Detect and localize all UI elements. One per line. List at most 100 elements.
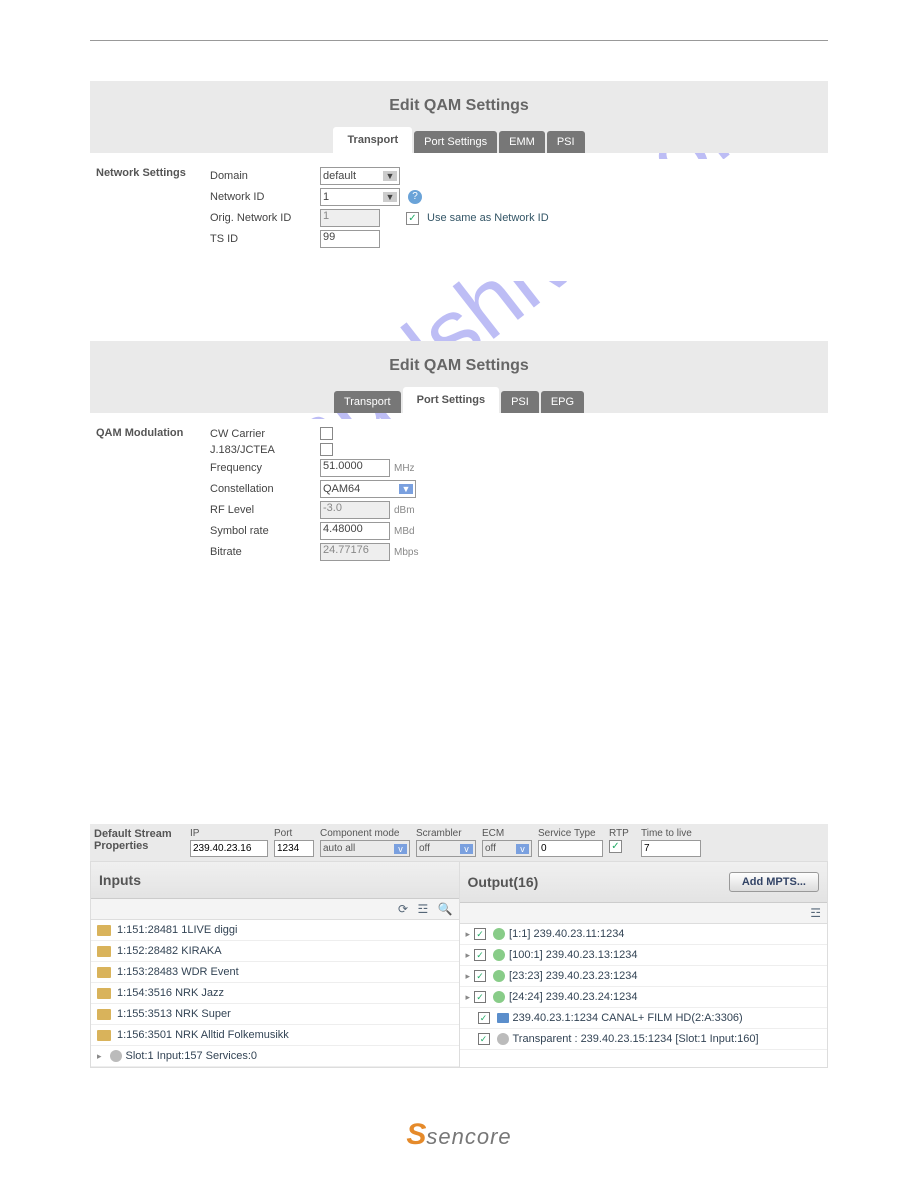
- component-mode-value: auto all: [323, 843, 355, 854]
- list-item-label: 1:154:3516 NRK Jazz: [117, 987, 224, 999]
- list-item-label: 1:153:28483 WDR Event: [117, 966, 239, 978]
- list-item[interactable]: ▸✓[23:23] 239.40.23.23:1234: [460, 966, 828, 987]
- globe-icon: [497, 1033, 509, 1045]
- constellation-select[interactable]: QAM64 ▼: [320, 480, 416, 498]
- expand-icon[interactable]: ▸: [466, 992, 471, 1003]
- item-checkbox[interactable]: ✓: [474, 970, 486, 982]
- j83-label: J.183/JCTEA: [210, 444, 320, 456]
- port-input[interactable]: [274, 840, 314, 857]
- domain-label: Domain: [210, 170, 320, 182]
- output-title: Output(16): [468, 874, 539, 890]
- ts-id-input[interactable]: 99: [320, 230, 380, 248]
- output-header: Output(16) Add MPTS...: [460, 862, 828, 903]
- cw-carrier-checkbox[interactable]: [320, 427, 333, 440]
- item-checkbox[interactable]: ✓: [474, 949, 486, 961]
- scrambler-value: off: [419, 843, 430, 854]
- tab2-port-settings[interactable]: Port Settings: [403, 387, 499, 413]
- ecm-select[interactable]: offv: [482, 840, 532, 857]
- list-item[interactable]: ▸✓[100:1] 239.40.23.13:1234: [460, 945, 828, 966]
- domain-select[interactable]: default ▼: [320, 167, 400, 185]
- use-same-checkbox[interactable]: ✓: [406, 212, 419, 225]
- folder-icon: [97, 967, 111, 978]
- cw-carrier-label: CW Carrier: [210, 428, 320, 440]
- list-item[interactable]: 1:152:28482 KIRAKA: [91, 941, 459, 962]
- orig-network-id-input[interactable]: 1: [320, 209, 380, 227]
- expand-icon[interactable]: ▸: [466, 950, 471, 961]
- item-checkbox[interactable]: ✓: [478, 1012, 490, 1024]
- list-item-label: 1:151:28481 1LIVE diggi: [117, 924, 238, 936]
- tab2-psi[interactable]: PSI: [501, 391, 539, 413]
- inputs-title: Inputs: [99, 872, 141, 888]
- list-item[interactable]: 1:155:3513 NRK Super: [91, 1004, 459, 1025]
- add-mpts-button[interactable]: Add MPTS...: [729, 872, 819, 892]
- list-item[interactable]: ✓ Transparent : 239.40.23.15:1234 [Slot:1…: [460, 1029, 828, 1050]
- j83-checkbox[interactable]: [320, 443, 333, 456]
- frequency-unit: MHz: [394, 463, 424, 474]
- tab2-epg[interactable]: EPG: [541, 391, 584, 413]
- refresh-icon[interactable]: ⟳: [398, 902, 408, 916]
- list-item[interactable]: 1:154:3516 NRK Jazz: [91, 983, 459, 1004]
- outputs-list: ▸✓[1:1] 239.40.23.11:1234▸✓[100:1] 239.4…: [460, 924, 828, 1050]
- globe-icon: [493, 970, 505, 982]
- qam-panel-transport: Edit QAM Settings Transport Port Setting…: [90, 81, 828, 153]
- list-item[interactable]: 1:151:28481 1LIVE diggi: [91, 920, 459, 941]
- scrambler-select[interactable]: offv: [416, 840, 476, 857]
- default-stream-bar: Default Stream Properties IP Port Compon…: [90, 824, 828, 861]
- frequency-label: Frequency: [210, 462, 320, 474]
- bitrate-unit: Mbps: [394, 547, 424, 558]
- expand-icon[interactable]: ▸: [466, 929, 471, 940]
- qam-panel-port: Edit QAM Settings Transport Port Setting…: [90, 341, 828, 413]
- rtp-checkbox[interactable]: ✓: [609, 840, 622, 853]
- list-item[interactable]: 1:156:3501 NRK Alltid Folkemusikk: [91, 1025, 459, 1046]
- list-item-label: Transparent : 239.40.23.15:1234 [Slot:1 …: [513, 1033, 759, 1045]
- symbol-rate-input[interactable]: 4.48000: [320, 522, 390, 540]
- panel1-title: Edit QAM Settings: [90, 89, 828, 127]
- tab-port-settings[interactable]: Port Settings: [414, 131, 497, 153]
- component-mode-select[interactable]: auto all v: [320, 840, 410, 857]
- list-item[interactable]: ▸✓[1:1] 239.40.23.11:1234: [460, 924, 828, 945]
- bitrate-input: 24.77176: [320, 543, 390, 561]
- inputs-summary: Slot:1 Input:157 Services:0: [126, 1050, 257, 1062]
- item-checkbox[interactable]: ✓: [474, 928, 486, 940]
- ttl-input[interactable]: [641, 840, 701, 857]
- expand-icon[interactable]: ▸: [466, 971, 471, 982]
- list-item[interactable]: ▸✓[24:24] 239.40.23.24:1234: [460, 987, 828, 1008]
- service-type-input[interactable]: [538, 840, 603, 857]
- rf-level-input[interactable]: -3.0: [320, 501, 390, 519]
- tab-transport[interactable]: Transport: [333, 127, 412, 153]
- network-id-select[interactable]: 1 ▼: [320, 188, 400, 206]
- panel2-section-label: QAM Modulation: [90, 427, 210, 564]
- globe-icon: [493, 949, 505, 961]
- item-checkbox[interactable]: ✓: [474, 991, 486, 1003]
- orig-network-id-label: Orig. Network ID: [210, 212, 320, 224]
- expand-icon[interactable]: ▸: [97, 1051, 102, 1062]
- network-id-label: Network ID: [210, 191, 320, 203]
- search-icon[interactable]: 🔍: [438, 902, 453, 916]
- item-checkbox[interactable]: ✓: [478, 1033, 490, 1045]
- rf-level-unit: dBm: [394, 505, 424, 516]
- constellation-value: QAM64: [323, 483, 360, 495]
- globe-icon: [493, 928, 505, 940]
- divider-top: [90, 40, 828, 41]
- help-icon[interactable]: ?: [408, 190, 422, 204]
- tab-psi[interactable]: PSI: [547, 131, 585, 153]
- dropdown-icon: ▼: [383, 192, 397, 202]
- list-icon[interactable]: ☲: [810, 906, 821, 920]
- tab2-transport[interactable]: Transport: [334, 391, 401, 413]
- ip-input[interactable]: [190, 840, 268, 857]
- io-panels: Inputs ⟳ ☲ 🔍 1:151:28481 1LIVE diggi 1:15…: [90, 861, 828, 1068]
- symbol-rate-label: Symbol rate: [210, 525, 320, 537]
- dropdown-icon: v: [394, 844, 407, 854]
- tab-emm[interactable]: EMM: [499, 131, 545, 153]
- footer-logo: Ssencore: [90, 1118, 828, 1152]
- inputs-summary-row: ▸ Slot:1 Input:157 Services:0: [91, 1046, 459, 1067]
- dropdown-icon: ▼: [399, 484, 413, 494]
- list-icon[interactable]: ☲: [417, 902, 428, 916]
- panel2-title: Edit QAM Settings: [90, 349, 828, 387]
- folder-icon: [97, 1009, 111, 1020]
- logo-mark-icon: S: [406, 1118, 426, 1151]
- list-item[interactable]: ✓239.40.23.1:1234 CANAL+ FILM HD(2:A:330…: [460, 1008, 828, 1029]
- inputs-toolbar: ⟳ ☲ 🔍: [91, 899, 459, 920]
- frequency-input[interactable]: 51.0000: [320, 459, 390, 477]
- list-item[interactable]: 1:153:28483 WDR Event: [91, 962, 459, 983]
